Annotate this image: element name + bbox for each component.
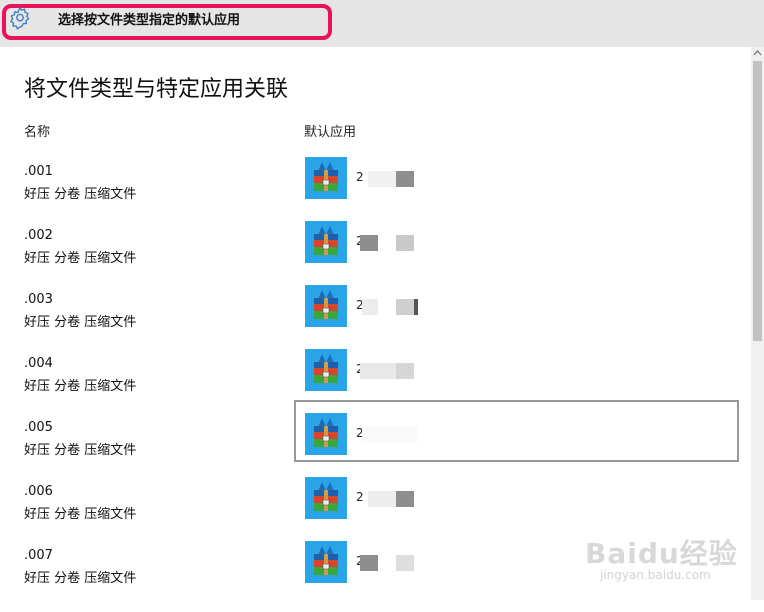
column-header-default-app: 默认应用 — [304, 125, 357, 140]
archive-app-icon[interactable] — [305, 221, 347, 263]
scroll-thumb[interactable] — [753, 61, 762, 341]
archive-app-icon[interactable] — [305, 413, 347, 455]
watermark: Baidu经验 — [585, 537, 738, 570]
file-type-description: 好压 分卷 压缩文件 — [24, 507, 137, 522]
file-type-description: 好压 分卷 压缩文件 — [24, 251, 137, 266]
main-content: 将文件类型与特定应用关联 名称 默认应用 .001 好压 分卷 压缩文件 2 .… — [0, 47, 750, 600]
file-extension: .001 — [24, 164, 53, 179]
redacted-app-name-block — [396, 491, 414, 507]
redacted-app-name-block — [396, 555, 414, 571]
vertical-scrollbar[interactable] — [751, 47, 764, 600]
archive-app-icon[interactable] — [305, 349, 347, 391]
file-type-description: 好压 分卷 压缩文件 — [24, 379, 137, 394]
file-extension: .003 — [24, 292, 53, 307]
redacted-app-name-block — [396, 171, 414, 187]
gear-icon — [10, 6, 30, 30]
file-type-description: 好压 分卷 压缩文件 — [24, 571, 137, 586]
redacted-app-name-block — [396, 363, 414, 379]
file-extension: .007 — [24, 548, 53, 563]
file-extension: .005 — [24, 420, 53, 435]
redacted-app-name-block — [396, 299, 414, 315]
redacted-app-name-block — [362, 427, 418, 443]
file-type-description: 好压 分卷 压缩文件 — [24, 443, 137, 458]
file-type-description: 好压 分卷 压缩文件 — [24, 315, 137, 330]
redacted-app-name-block — [368, 491, 396, 507]
watermark-url: jingyan.baidu.com — [600, 568, 711, 582]
archive-app-icon[interactable] — [305, 157, 347, 199]
column-header-name: 名称 — [24, 125, 51, 140]
page-title: 将文件类型与特定应用关联 — [24, 77, 289, 102]
file-extension: .006 — [24, 484, 53, 499]
title-bar: 选择按文件类型指定的默认应用 — [0, 0, 764, 47]
archive-app-icon[interactable] — [305, 285, 347, 327]
redacted-app-name-block — [396, 235, 414, 251]
archive-app-icon[interactable] — [305, 541, 347, 583]
file-extension: .004 — [24, 356, 53, 371]
file-type-description: 好压 分卷 压缩文件 — [24, 187, 137, 202]
redacted-app-name-block — [362, 299, 378, 315]
redacted-app-name-block — [414, 299, 418, 315]
window-title: 选择按文件类型指定的默认应用 — [58, 13, 241, 28]
file-extension: .002 — [24, 228, 53, 243]
archive-app-icon[interactable] — [305, 477, 347, 519]
scroll-up-icon[interactable] — [753, 49, 762, 58]
redacted-app-name-block — [360, 555, 378, 571]
redacted-app-name-block — [360, 235, 378, 251]
redacted-app-name-block — [368, 171, 398, 187]
